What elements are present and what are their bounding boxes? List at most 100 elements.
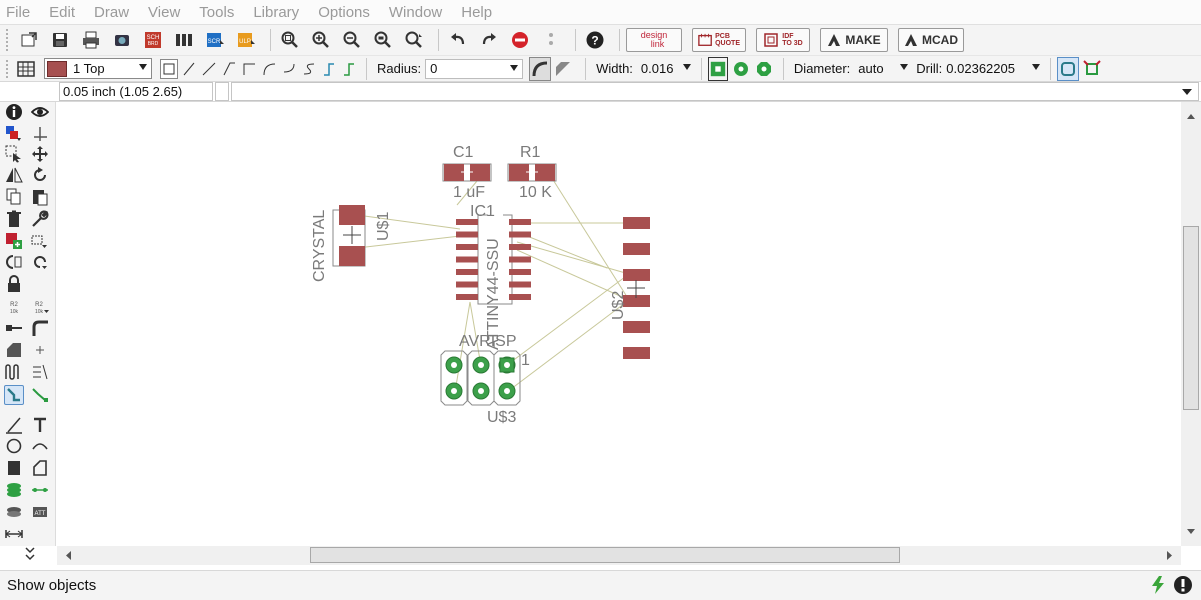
component-ic1[interactable]: IC1 ATTINY44-SSU (456, 203, 531, 350)
select-icon[interactable] (4, 144, 24, 164)
copy-icon[interactable] (4, 187, 24, 207)
bus-lines-icon[interactable] (30, 362, 50, 382)
u3-pad[interactable] (472, 382, 490, 400)
u2-pad[interactable] (623, 347, 650, 359)
name-icon[interactable]: R2 10k (4, 296, 24, 316)
split-icon[interactable] (4, 318, 24, 338)
delete-icon[interactable] (4, 209, 24, 229)
undo-icon[interactable] (445, 28, 471, 52)
u3-pad[interactable] (445, 356, 463, 374)
wire-bend-arc2-icon[interactable] (280, 59, 298, 79)
rectangle-icon[interactable] (4, 458, 24, 478)
radius-select[interactable]: 0 (425, 58, 524, 79)
ic1-pad[interactable] (456, 281, 478, 288)
u3-pad[interactable] (445, 382, 463, 400)
menu-help[interactable]: Help (461, 4, 492, 21)
meander-icon[interactable] (4, 362, 24, 382)
polygon-icon[interactable] (30, 458, 50, 478)
show-eye-icon[interactable] (30, 102, 50, 122)
thermal-icon[interactable] (1057, 56, 1080, 81)
toolbar-grip[interactable] (6, 29, 10, 51)
miter-icon[interactable] (30, 318, 50, 338)
text-icon[interactable] (30, 415, 50, 435)
circle-icon[interactable] (4, 436, 24, 456)
u2-pad[interactable] (623, 243, 650, 255)
route-icon[interactable] (4, 385, 24, 405)
zoom-select-icon[interactable] (370, 28, 396, 52)
vertical-scroll-thumb[interactable] (1183, 226, 1199, 410)
via-round-icon[interactable] (731, 57, 751, 81)
menu-draw[interactable]: Draw (94, 4, 129, 21)
zoom-out-icon[interactable] (339, 28, 365, 52)
ic1-pad[interactable] (509, 231, 531, 238)
horizontal-scrollbar[interactable] (57, 546, 1181, 565)
grid-icon[interactable] (16, 57, 36, 81)
pcb-quote-button[interactable]: PCB QUOTE (692, 28, 746, 52)
ic1-pad[interactable] (509, 244, 531, 250)
u2-pad[interactable] (623, 321, 650, 333)
ic1-pad[interactable] (509, 294, 531, 300)
cam-icon[interactable] (109, 28, 135, 52)
ic1-pad[interactable] (509, 219, 531, 225)
save-icon[interactable] (47, 28, 73, 52)
signal-icon[interactable] (30, 480, 50, 500)
via-square-icon[interactable] (707, 56, 728, 81)
zoom-in-icon[interactable] (308, 28, 334, 52)
ic1-pad[interactable] (509, 281, 531, 288)
add-part-icon[interactable] (4, 231, 24, 251)
mark-icon[interactable] (30, 124, 50, 144)
optimize-icon[interactable] (4, 340, 24, 360)
group-change-icon[interactable] (4, 252, 24, 272)
open-icon[interactable] (16, 28, 42, 52)
redo-icon[interactable] (476, 28, 502, 52)
wire-bend-45-icon[interactable] (200, 59, 218, 79)
u3-pad[interactable] (472, 356, 490, 374)
component-u2-header[interactable]: U$2 (610, 217, 650, 359)
vertical-scrollbar[interactable] (1181, 102, 1201, 546)
lightning-icon[interactable] (1149, 575, 1167, 595)
u1-pad[interactable] (339, 246, 365, 266)
via-octagon-icon[interactable] (754, 57, 774, 81)
horizontal-scroll-thumb[interactable] (310, 547, 900, 563)
command-input[interactable] (231, 82, 1199, 101)
orphan-icon[interactable] (1082, 57, 1102, 81)
wire-bend-arc-icon[interactable] (260, 59, 278, 79)
stop-status-icon[interactable] (1173, 575, 1193, 595)
help-icon[interactable]: ? (582, 28, 608, 52)
wrench-icon[interactable] (30, 209, 50, 229)
board-canvas[interactable]: C1 1 uF R1 10 K IC1 ATTINY44-SSU CRYSTAL… (57, 102, 1181, 546)
line-icon[interactable] (4, 415, 24, 435)
info-icon[interactable] (4, 102, 24, 122)
board-drawing[interactable]: C1 1 uF R1 10 K IC1 ATTINY44-SSU CRYSTAL… (57, 102, 1181, 546)
paste-icon[interactable] (30, 187, 50, 207)
via-stack-icon[interactable] (4, 480, 24, 500)
toolbar-grip[interactable] (6, 59, 10, 78)
wire-bend-s-icon[interactable] (300, 59, 318, 79)
lock-icon[interactable] (4, 274, 24, 294)
ic1-pad[interactable] (456, 269, 478, 275)
component-u3-avrisp[interactable]: AVRISP 1 U$3 (440, 333, 530, 426)
wire-bend-follow2-icon[interactable] (340, 59, 358, 79)
u3-pad[interactable] (498, 356, 516, 374)
ic1-pad[interactable] (509, 256, 531, 263)
diameter-select[interactable]: auto (854, 59, 912, 79)
attribute-icon[interactable]: ATT (30, 502, 50, 522)
menu-tools[interactable]: Tools (199, 4, 234, 21)
menu-options[interactable]: Options (318, 4, 370, 21)
ic1-pad[interactable] (456, 256, 478, 263)
ic1-pad[interactable] (509, 269, 531, 275)
display-layers-icon[interactable] (4, 124, 24, 144)
miter-round-icon[interactable] (529, 56, 552, 81)
rotate-icon[interactable] (30, 165, 50, 185)
u1-pad[interactable] (339, 205, 365, 225)
wire-bend-straight-icon[interactable] (160, 58, 178, 79)
coordinate-toggle[interactable] (215, 82, 229, 101)
print-icon[interactable] (78, 28, 104, 52)
value-icon[interactable]: R2 10k (30, 296, 50, 316)
mcad-button[interactable]: MCAD (898, 28, 964, 52)
menu-window[interactable]: Window (389, 4, 442, 21)
replace-icon[interactable] (30, 231, 50, 251)
miter-straight-icon[interactable] (553, 57, 573, 81)
ripup-point-icon[interactable] (30, 340, 50, 360)
ic1-pad[interactable] (456, 231, 478, 238)
